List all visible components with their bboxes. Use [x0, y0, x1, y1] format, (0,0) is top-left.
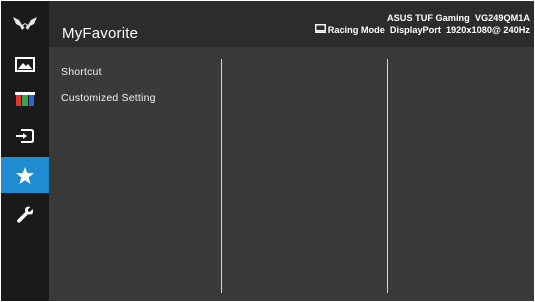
tuf-logo-icon: [1, 6, 49, 42]
resolution-value: 1920x1080@ 240Hz: [445, 25, 530, 35]
image-icon: [15, 56, 35, 72]
wrench-icon: [16, 206, 34, 223]
page-title: MyFavorite: [62, 25, 139, 42]
osd-menu: MyFavorite ASUS TUF Gaming VG249QM1A Rac…: [1, 1, 534, 301]
sidebar-item-input[interactable]: [1, 118, 49, 154]
header: MyFavorite ASUS TUF Gaming VG249QM1A Rac…: [49, 1, 534, 47]
status-info: ASUS TUF Gaming VG249QM1A Racing Mode Di…: [314, 12, 530, 36]
menu-item-customized-setting[interactable]: Customized Setting: [61, 92, 156, 104]
sidebar-item-image[interactable]: [1, 46, 49, 82]
content-panel: Shortcut Customized Setting: [49, 47, 534, 301]
color-icon: [15, 92, 35, 106]
sidebar: [1, 1, 49, 301]
sidebar-item-color[interactable]: [1, 81, 49, 117]
menu-item-shortcut[interactable]: Shortcut: [61, 66, 102, 78]
sidebar-item-myfavorite[interactable]: [1, 157, 49, 193]
column-divider: [387, 59, 388, 293]
model-name: ASUS TUF Gaming VG249QM1A: [387, 13, 530, 23]
star-icon: [16, 166, 34, 184]
input-value: DisplayPort: [389, 25, 441, 35]
input-select-icon: [16, 129, 34, 143]
column-divider: [221, 59, 222, 293]
mode-value: Racing Mode: [327, 25, 385, 35]
monitor-icon: [314, 24, 326, 36]
sidebar-item-system[interactable]: [1, 197, 49, 233]
